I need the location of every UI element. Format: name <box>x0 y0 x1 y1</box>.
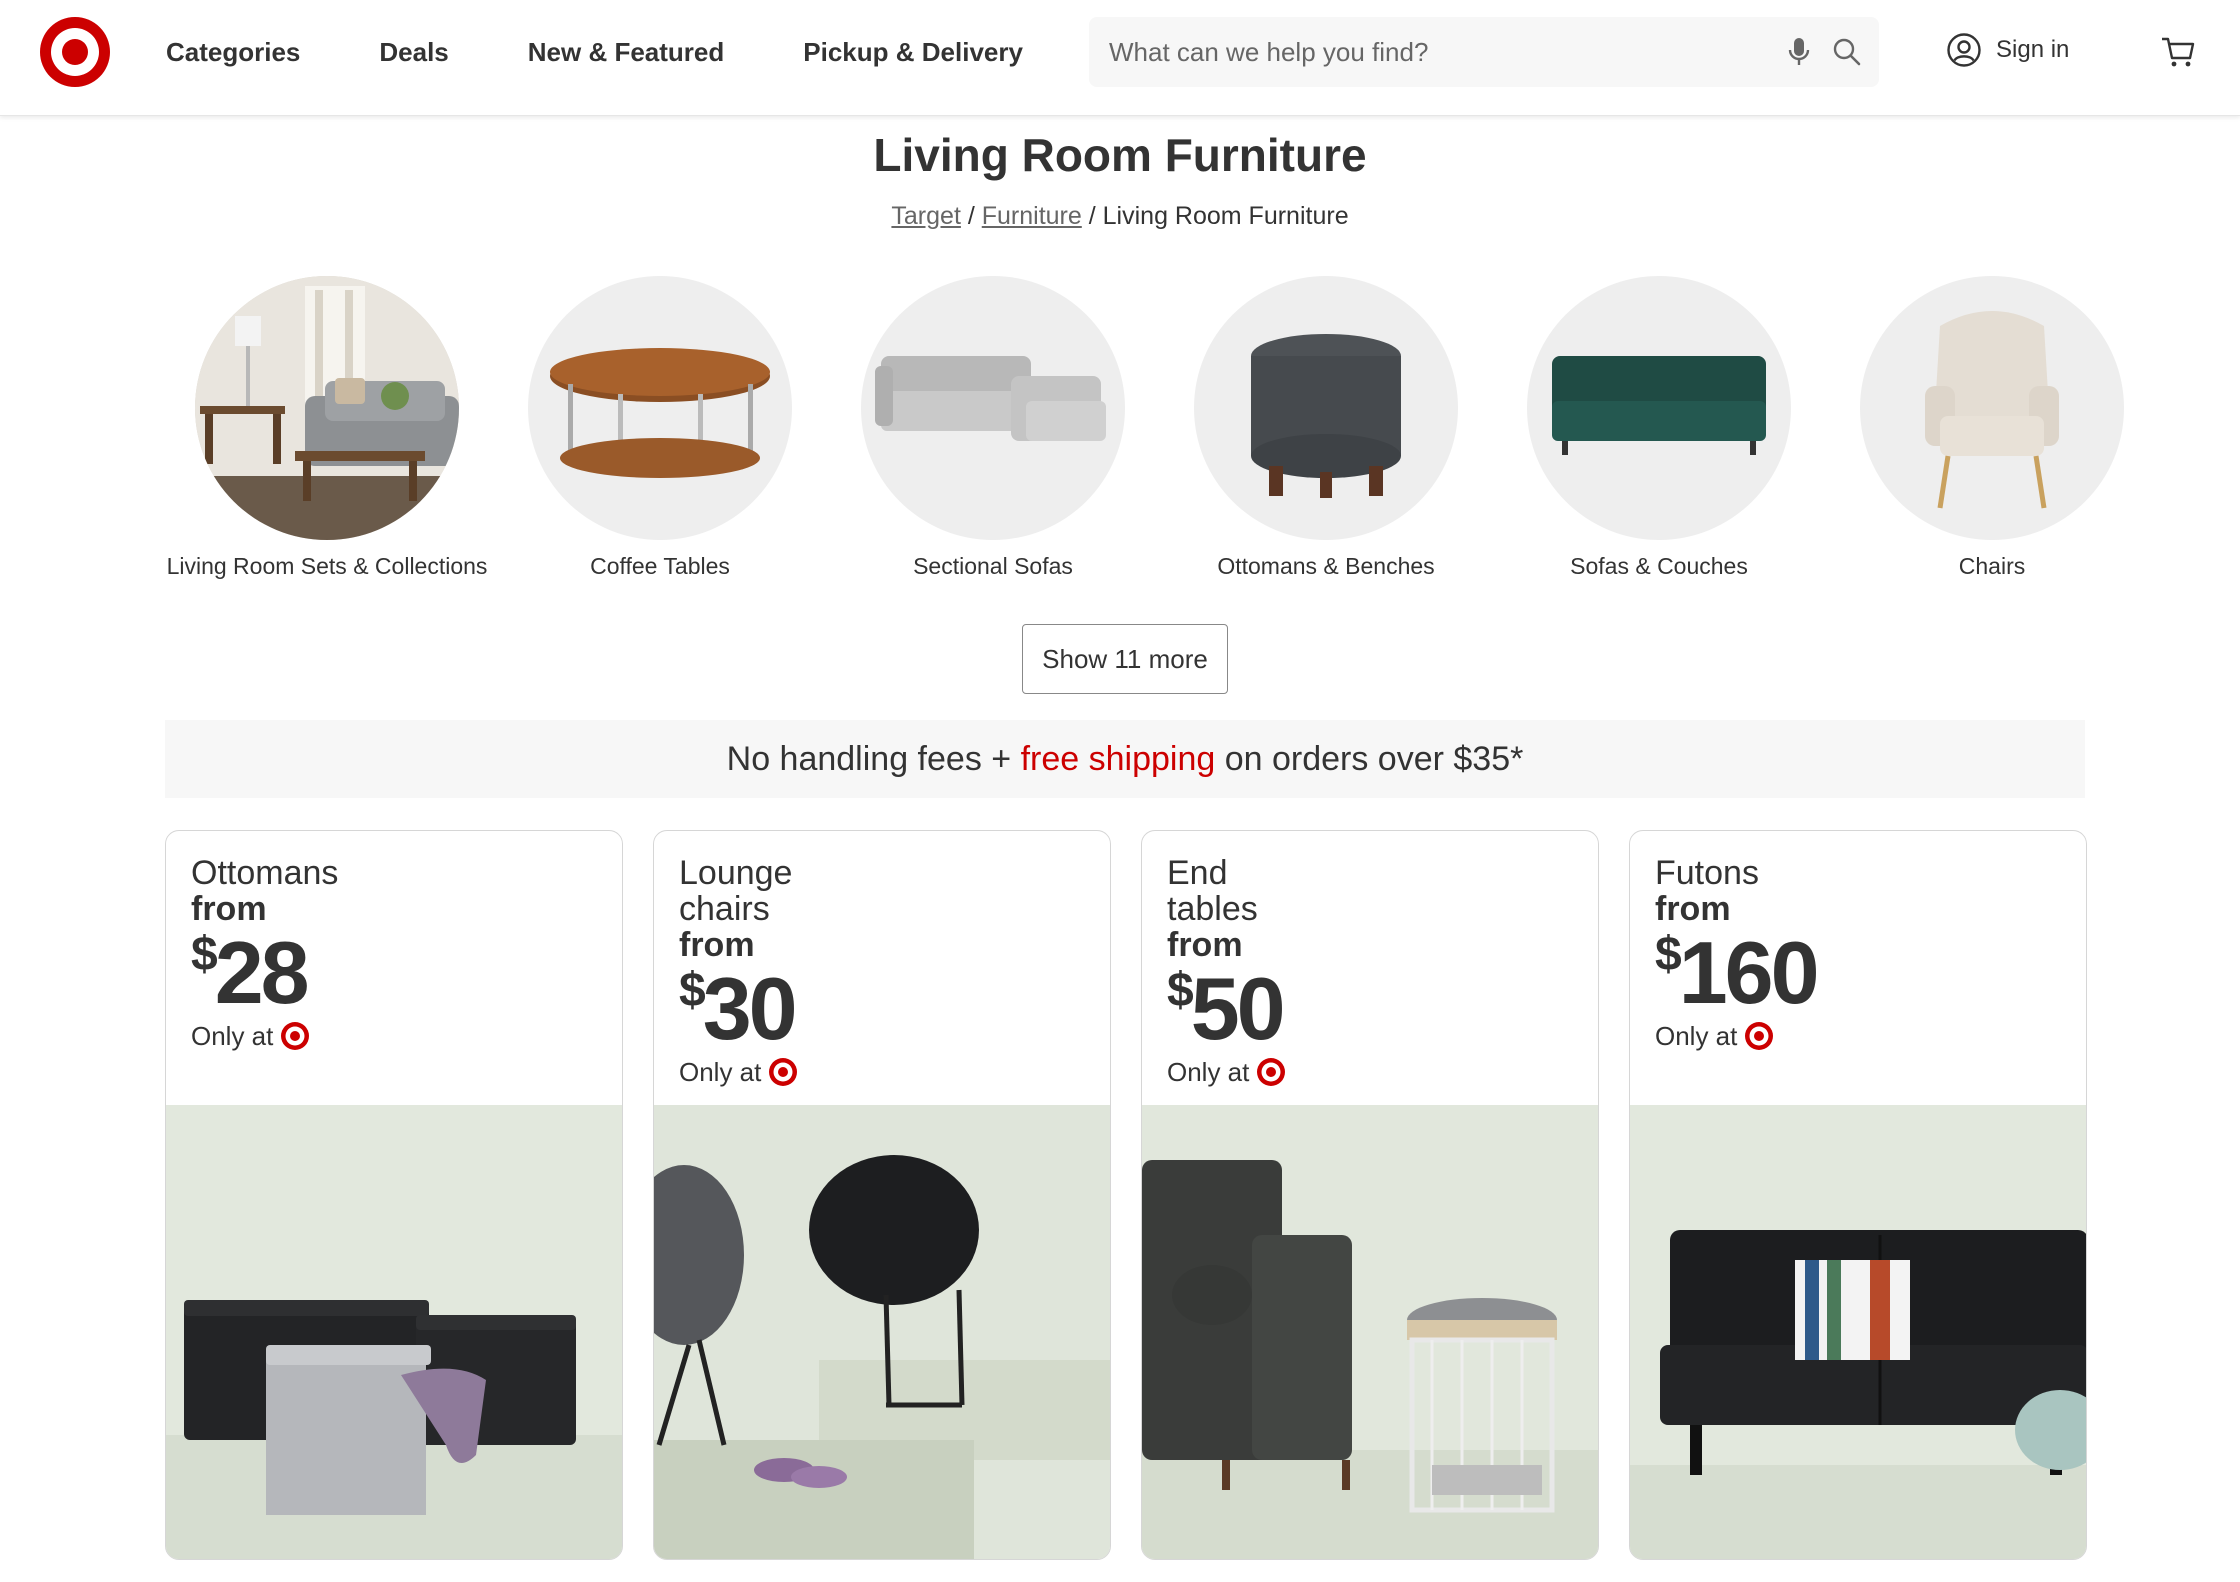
only-at-label: Only at <box>679 1057 762 1087</box>
page-title: Living Room Furniture <box>873 129 1367 181</box>
deal-text: Lounge chairs from $30 Only at <box>679 855 1079 1089</box>
deal-price: $160 <box>1655 927 2055 1019</box>
deal-card-lounge-chairs[interactable]: Lounge chairs from $30 Only at <box>653 830 1111 1560</box>
deal-card-ottomans[interactable]: Ottomans from $28 Only at <box>165 830 623 1560</box>
deal-price: $28 <box>191 927 591 1019</box>
deal-text: Ottomans from $28 Only at <box>191 855 591 1053</box>
nav-categories[interactable]: Categories <box>166 37 300 68</box>
only-at-label: Only at <box>1167 1057 1250 1087</box>
search-bar <box>1089 17 1879 87</box>
sign-in-button[interactable]: Sign in <box>1946 32 2069 68</box>
only-at-target: Only at <box>1167 1055 1567 1089</box>
deal-card-futons[interactable]: Futons from $160 Only at <box>1629 830 2087 1560</box>
category-sectional-sofas[interactable]: Sectional Sofas <box>826 276 1160 582</box>
category-image <box>528 276 792 540</box>
nav-deals[interactable]: Deals <box>379 37 448 68</box>
deal-image <box>654 1105 1110 1559</box>
account-icon <box>1947 33 1981 67</box>
target-logo-icon <box>1257 1058 1286 1086</box>
sign-in-label: Sign in <box>1996 36 2070 63</box>
microphone-icon[interactable] <box>1782 35 1816 69</box>
only-at-target: Only at <box>191 1019 591 1053</box>
show-more-button[interactable]: Show 11 more <box>1022 624 1228 694</box>
deal-name: Ottomans <box>191 854 339 892</box>
category-living-room-sets[interactable]: Living Room Sets & Collections <box>160 276 494 582</box>
deal-image <box>1630 1105 2086 1559</box>
breadcrumb-furniture[interactable]: Furniture <box>982 202 1082 230</box>
deal-from: from <box>679 926 755 964</box>
deal-dollar: $ <box>191 928 218 981</box>
deal-dollar: $ <box>679 964 706 1017</box>
category-image <box>1194 276 1458 540</box>
deal-from: from <box>1655 890 1731 928</box>
promo-suffix: on orders over $35* <box>1215 740 1524 778</box>
only-at-target: Only at <box>679 1055 1079 1089</box>
category-image <box>1527 276 1791 540</box>
deal-name: Lounge chairs <box>679 854 793 928</box>
category-image <box>1860 276 2124 540</box>
category-list: Living Room Sets & Collections Coffee Ta… <box>160 276 2124 616</box>
deal-from: from <box>1167 926 1243 964</box>
category-label: Coffee Tables <box>590 553 730 579</box>
deal-price-value: 28 <box>214 923 310 1022</box>
nav-new-featured[interactable]: New & Featured <box>528 37 725 68</box>
deal-price: $30 <box>679 963 1079 1055</box>
promo-banner: No handling fees + free shipping on orde… <box>165 720 2085 798</box>
deal-price-value: 30 <box>702 959 798 1058</box>
target-logo-icon <box>769 1058 798 1086</box>
deal-from: from <box>191 890 267 928</box>
site-header: Categories Deals New & Featured Pickup &… <box>0 0 2240 116</box>
deal-card-end-tables[interactable]: End tables from $50 Only at <box>1141 830 1599 1560</box>
breadcrumb: Target / Furniture / Living Room Furnitu… <box>0 202 2240 231</box>
deal-dollar: $ <box>1167 964 1194 1017</box>
category-image <box>195 276 459 540</box>
category-label: Living Room Sets & Collections <box>166 553 488 579</box>
target-logo-icon <box>281 1022 310 1050</box>
deal-text: Futons from $160 Only at <box>1655 855 2055 1053</box>
deal-image <box>166 1105 622 1559</box>
target-logo-icon <box>1745 1022 1774 1050</box>
promo-prefix: No handling fees + <box>726 740 1021 778</box>
category-label: Sofas & Couches <box>1570 553 1748 579</box>
deal-text: End tables from $50 Only at <box>1167 855 1567 1089</box>
search-icon[interactable] <box>1830 35 1864 69</box>
cart-icon[interactable] <box>2160 34 2196 70</box>
deal-price-value: 160 <box>1678 923 1820 1022</box>
breadcrumb-separator: / <box>1088 202 1096 230</box>
category-ottomans-benches[interactable]: Ottomans & Benches <box>1159 276 1493 582</box>
breadcrumb-target[interactable]: Target <box>891 202 960 230</box>
category-image <box>861 276 1125 540</box>
deal-dollar: $ <box>1655 928 1682 981</box>
main-nav: Categories Deals New & Featured Pickup &… <box>166 0 1102 104</box>
breadcrumb-separator: / <box>967 202 975 230</box>
deal-name: End tables <box>1167 854 1258 928</box>
only-at-label: Only at <box>191 1021 274 1051</box>
target-logo-icon[interactable] <box>40 17 110 87</box>
breadcrumb-current: Living Room Furniture <box>1102 202 1349 230</box>
search-input[interactable] <box>1109 36 1749 68</box>
category-label: Sectional Sofas <box>913 553 1073 579</box>
deal-image <box>1142 1105 1598 1559</box>
nav-pickup-delivery[interactable]: Pickup & Delivery <box>803 37 1023 68</box>
category-coffee-tables[interactable]: Coffee Tables <box>493 276 827 582</box>
only-at-target: Only at <box>1655 1019 2055 1053</box>
category-label: Chairs <box>1958 553 2026 579</box>
deal-price: $50 <box>1167 963 1567 1055</box>
category-label: Ottomans & Benches <box>1217 553 1435 579</box>
category-sofas-couches[interactable]: Sofas & Couches <box>1492 276 1826 582</box>
category-chairs[interactable]: Chairs <box>1825 276 2159 582</box>
free-shipping-link[interactable]: free shipping <box>1021 740 1216 778</box>
deal-name: Futons <box>1655 854 1759 892</box>
deal-price-value: 50 <box>1190 959 1286 1058</box>
only-at-label: Only at <box>1655 1021 1738 1051</box>
